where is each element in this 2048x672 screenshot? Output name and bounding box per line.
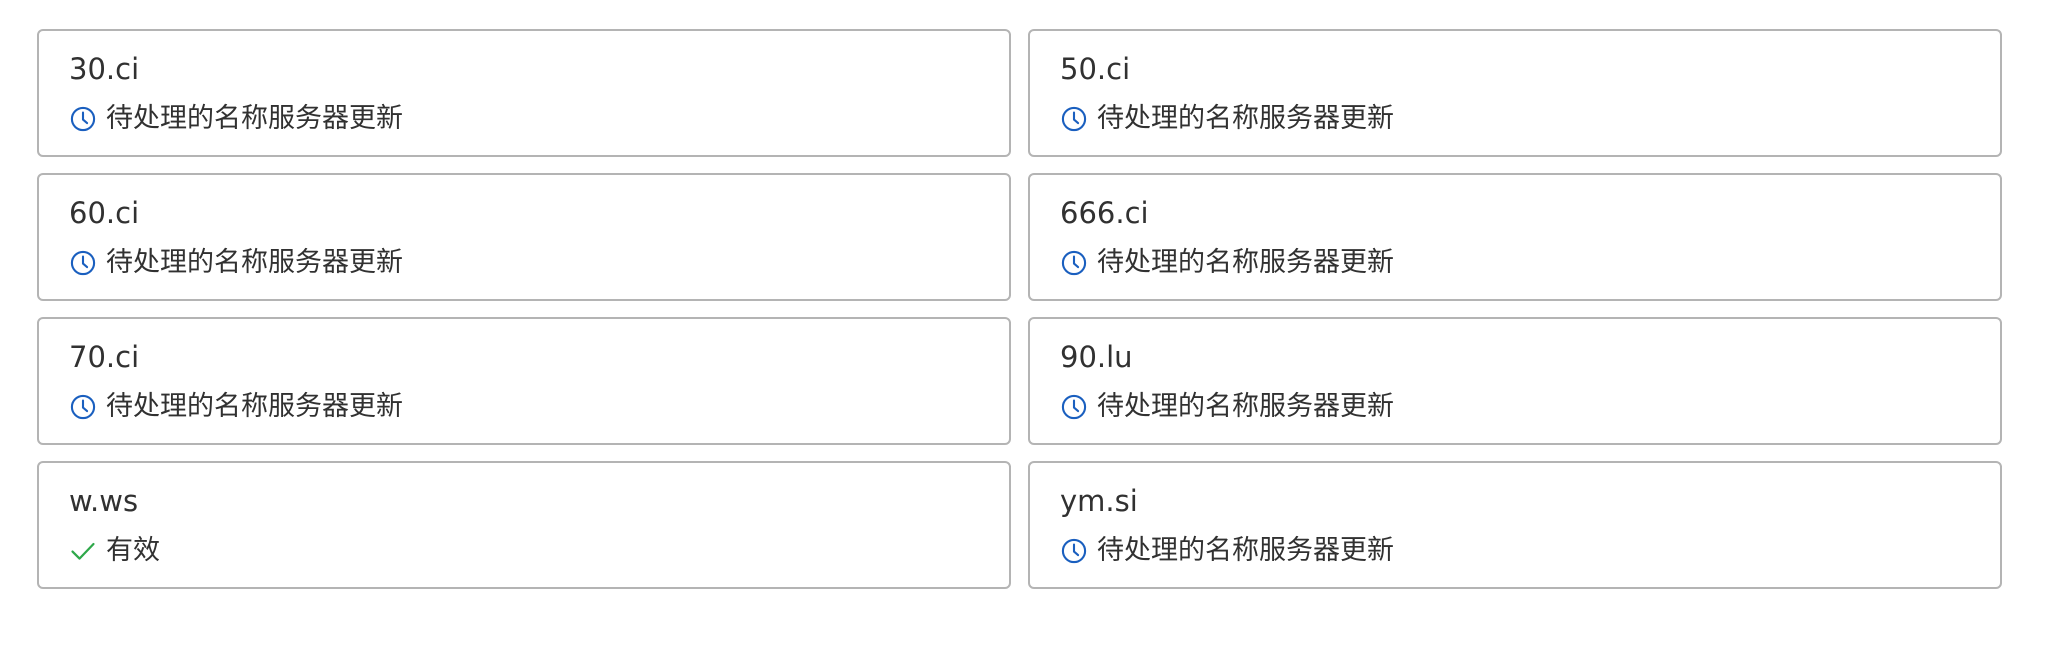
status-text: 待处理的名称服务器更新	[1097, 103, 1394, 134]
domain-card[interactable]: 666.ci 待处理的名称服务器更新	[1028, 173, 2002, 301]
clock-icon	[1061, 538, 1087, 564]
domain-card[interactable]: 90.lu 待处理的名称服务器更新	[1028, 317, 2002, 445]
domain-status: 待处理的名称服务器更新	[69, 392, 1009, 422]
check-icon	[71, 542, 95, 560]
status-text: 待处理的名称服务器更新	[106, 247, 403, 278]
domain-name: 90.lu	[1060, 340, 1133, 374]
status-text: 待处理的名称服务器更新	[1097, 247, 1394, 278]
domain-name: 70.ci	[69, 340, 140, 374]
domain-card[interactable]: 70.ci 待处理的名称服务器更新	[37, 317, 1011, 445]
domain-name: ym.si	[1060, 484, 1138, 518]
domain-name: 60.ci	[69, 196, 140, 230]
domain-status: 待处理的名称服务器更新	[69, 248, 1009, 278]
clock-icon	[70, 250, 96, 276]
status-text: 待处理的名称服务器更新	[1097, 535, 1394, 566]
clock-icon	[1061, 394, 1087, 420]
status-text: 有效	[106, 535, 160, 566]
domain-name: w.ws	[69, 484, 139, 518]
domain-name: 30.ci	[69, 52, 140, 86]
domain-status: 有效	[69, 536, 1009, 566]
domain-card[interactable]: 50.ci 待处理的名称服务器更新	[1028, 29, 2002, 157]
clock-icon	[1061, 250, 1087, 276]
clock-icon	[1061, 106, 1087, 132]
domain-name: 666.ci	[1060, 196, 1149, 230]
clock-icon	[70, 394, 96, 420]
domain-status: 待处理的名称服务器更新	[1060, 392, 2000, 422]
domain-status: 待处理的名称服务器更新	[1060, 104, 2000, 134]
status-text: 待处理的名称服务器更新	[106, 391, 403, 422]
domain-card[interactable]: w.ws 有效	[37, 461, 1011, 589]
status-text: 待处理的名称服务器更新	[1097, 391, 1394, 422]
domain-card[interactable]: ym.si 待处理的名称服务器更新	[1028, 461, 2002, 589]
domain-card[interactable]: 30.ci 待处理的名称服务器更新	[37, 29, 1011, 157]
domain-status: 待处理的名称服务器更新	[1060, 536, 2000, 566]
domain-status: 待处理的名称服务器更新	[69, 104, 1009, 134]
domain-status: 待处理的名称服务器更新	[1060, 248, 2000, 278]
domain-name: 50.ci	[1060, 52, 1131, 86]
status-text: 待处理的名称服务器更新	[106, 103, 403, 134]
domain-card[interactable]: 60.ci 待处理的名称服务器更新	[37, 173, 1011, 301]
clock-icon	[70, 106, 96, 132]
domain-card-grid: 30.ci 待处理的名称服务器更新 50.ci 待处理的名称服务器更新 60.c…	[37, 29, 2002, 589]
